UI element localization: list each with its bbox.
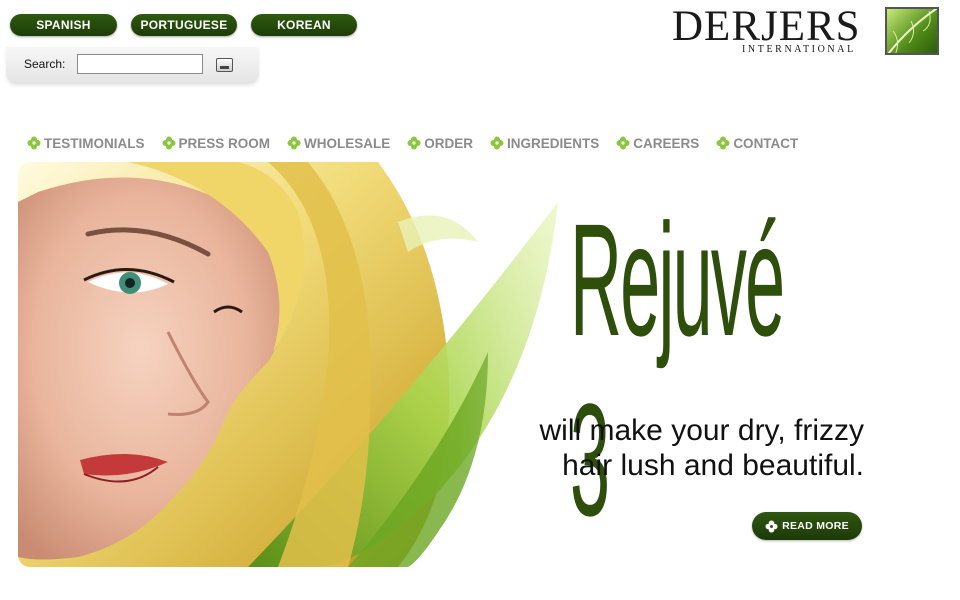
- nav-label: PRESS ROOM: [178, 135, 271, 151]
- nav-item-order[interactable]: ORDER: [407, 136, 473, 151]
- product-title-text: Rejuvé 3: [570, 190, 785, 549]
- hero-tagline-line2: hair lush and beautiful.: [562, 449, 864, 482]
- nav-item-testimonials[interactable]: TESTIMONIALS: [27, 136, 145, 151]
- read-more-label: READ MORE: [782, 520, 849, 532]
- hero-banner[interactable]: Rejuvé 3 will make your dry, frizzy hair…: [18, 162, 876, 567]
- read-more-button[interactable]: READ MORE: [752, 512, 862, 540]
- search-label: Search:: [24, 57, 66, 71]
- flower-bullet-icon: [162, 136, 175, 150]
- logo-wordmark: DERJERS: [672, 3, 861, 50]
- search-panel: Search:: [6, 47, 259, 84]
- language-button-spanish[interactable]: SPANISH: [10, 14, 117, 36]
- search-submit-button[interactable]: [216, 58, 233, 72]
- language-button-portuguese[interactable]: PORTUGUESE: [131, 14, 237, 36]
- brand-logo[interactable]: DERJERS INTERNATIONAL: [672, 3, 940, 58]
- nav-label: ORDER: [424, 135, 474, 151]
- logo-subtitle: INTERNATIONAL: [742, 44, 856, 55]
- search-input[interactable]: [77, 54, 203, 74]
- flower-bullet-icon: [27, 136, 41, 150]
- nav-item-ingredients[interactable]: INGREDIENTS: [490, 136, 599, 151]
- main-navigation: TESTIMONIALS PRESS ROOM WHOLESALE ORDER …: [27, 134, 798, 152]
- hero-tagline-line1: will make your dry, frizzy: [539, 414, 865, 447]
- product-title: Rejuvé 3: [570, 190, 876, 549]
- nav-label: CAREERS: [633, 135, 700, 151]
- flower-bullet-icon: [490, 136, 504, 150]
- language-button-korean[interactable]: KOREAN: [251, 14, 357, 36]
- flower-icon: [765, 519, 778, 533]
- flower-bullet-icon: [716, 136, 730, 150]
- nav-label: WHOLESALE: [304, 135, 391, 151]
- flower-bullet-icon: [287, 136, 301, 150]
- nav-item-wholesale[interactable]: WHOLESALE: [287, 136, 390, 151]
- nav-item-press-room[interactable]: PRESS ROOM: [162, 135, 271, 151]
- nav-item-careers[interactable]: CAREERS: [616, 136, 699, 151]
- nav-label: INGREDIENTS: [507, 135, 600, 151]
- nav-label: CONTACT: [733, 135, 799, 151]
- flower-bullet-icon: [407, 136, 421, 150]
- nav-item-contact[interactable]: CONTACT: [716, 136, 798, 151]
- nav-label: TESTIMONIALS: [44, 135, 145, 151]
- flower-bullet-icon: [616, 136, 630, 150]
- leaf-logo-icon: [885, 7, 939, 55]
